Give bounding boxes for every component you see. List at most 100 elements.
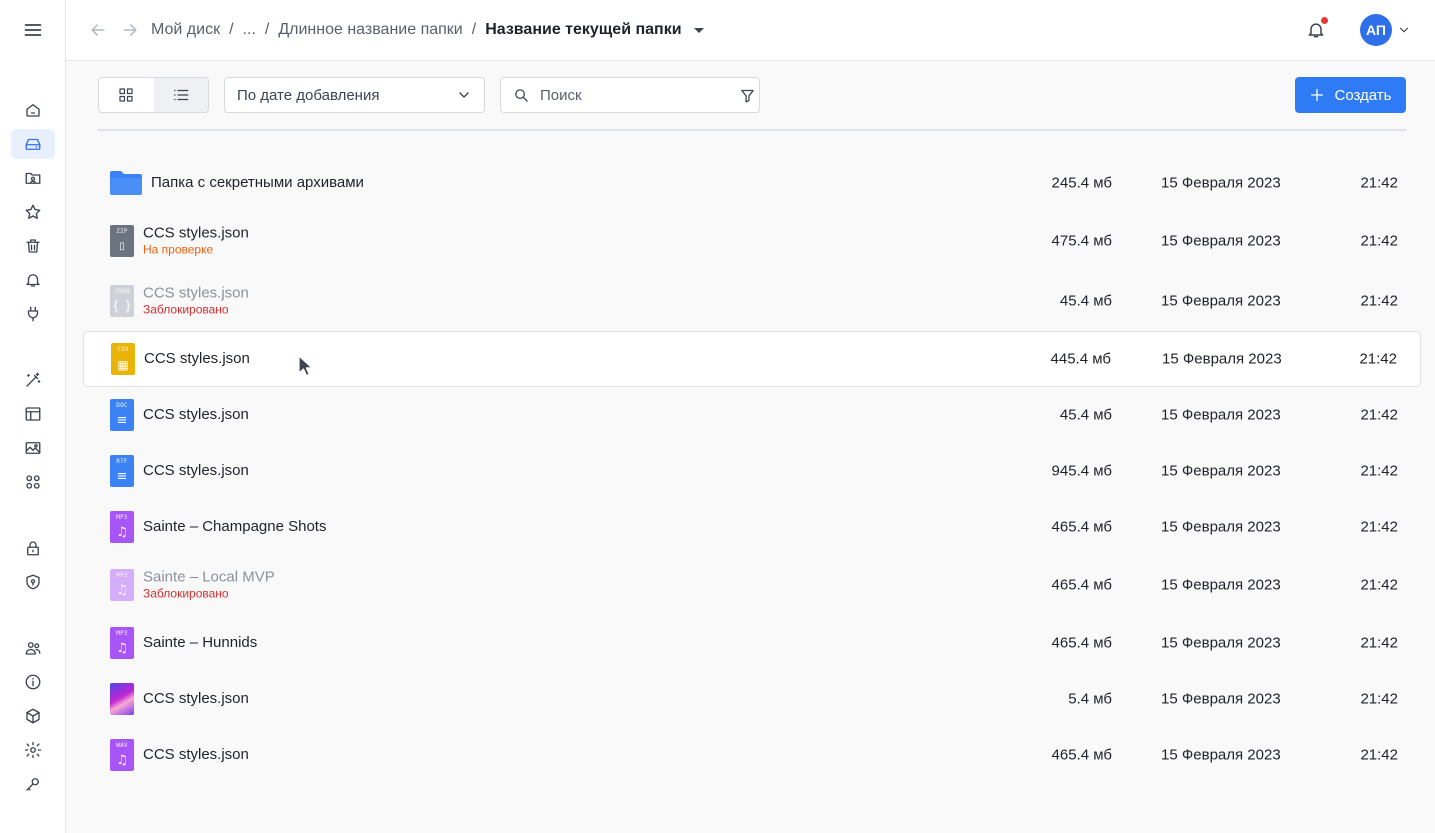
sidebar-item-gallery[interactable] xyxy=(11,433,55,463)
list-item[interactable]: CCS styles.json 5.4 мб 15 Февраля 2023 2… xyxy=(83,671,1421,727)
sidebar-item-layout[interactable] xyxy=(11,399,55,429)
back-arrow-icon[interactable] xyxy=(87,19,109,41)
search-box xyxy=(500,77,760,113)
key-icon xyxy=(26,778,39,791)
sidebar-item-security[interactable] xyxy=(11,567,55,597)
file-name-wrap: CCS styles.json xyxy=(143,746,249,764)
avatar[interactable]: АП xyxy=(1360,14,1392,46)
status-badge: На проверке xyxy=(143,242,214,257)
file-date: 15 Февраля 2023 xyxy=(1161,634,1281,652)
sidebar-item-home[interactable] xyxy=(11,95,55,125)
list-item[interactable]: MP3 ♫ Sainte – Champagne Shots 465.4 мб … xyxy=(83,499,1421,555)
layout-icon xyxy=(25,407,41,421)
sidebar-item-favorites[interactable] xyxy=(11,197,55,227)
breadcrumb-ellipsis[interactable]: ... xyxy=(243,21,256,39)
cube-icon xyxy=(26,708,40,724)
grid-view-button[interactable] xyxy=(99,78,154,112)
file-name: CCS styles.json xyxy=(143,746,249,763)
home-icon xyxy=(26,104,40,117)
breadcrumb-separator: / xyxy=(471,21,477,38)
file-name: CCS styles.json xyxy=(143,284,249,302)
sidebar-item-keys[interactable] xyxy=(11,769,55,799)
file-name: Sainte – Local MVP xyxy=(143,568,275,586)
search-icon xyxy=(513,87,530,104)
sidebar-item-shared[interactable] xyxy=(11,163,55,193)
folder-menu-caret-icon[interactable] xyxy=(693,27,704,33)
file-name-wrap: CCS styles.json xyxy=(143,406,249,424)
file-size: 445.4 мб xyxy=(1050,350,1111,368)
list-view-button[interactable] xyxy=(153,78,208,112)
sidebar-item-trash[interactable] xyxy=(11,231,55,261)
settings-icon xyxy=(24,741,42,759)
sort-select-label: По дате добавления xyxy=(237,86,380,104)
status-badge: Заблокировано xyxy=(143,302,229,317)
sidebar-item-packages[interactable] xyxy=(11,701,55,731)
sidebar-item-drive[interactable] xyxy=(11,129,55,159)
list-item[interactable]: Папка с секретными архивами 245.4 мб 15 … xyxy=(83,155,1421,211)
breadcrumb-current: Название текущей папки xyxy=(485,21,682,38)
mp3-file-icon: MP3 ♫ xyxy=(110,627,134,659)
file-name: CCS styles.json xyxy=(144,350,250,367)
forward-arrow-icon[interactable] xyxy=(119,19,141,41)
file-time: 21:42 xyxy=(1360,690,1398,708)
sidebar-item-integrations[interactable] xyxy=(11,299,55,329)
sidebar xyxy=(0,0,66,833)
list-item[interactable]: JSON { } CCS styles.json Заблокировано 4… xyxy=(83,273,1421,329)
sort-select[interactable]: По дате добавления xyxy=(224,77,485,113)
sidebar-item-notifications[interactable] xyxy=(11,265,55,295)
list-item[interactable]: MP3 ♫ Sainte – Hunnids 465.4 мб 15 Февра… xyxy=(83,615,1421,671)
sidebar-item-info[interactable] xyxy=(11,667,55,697)
sidebar-item-magic[interactable] xyxy=(11,365,55,395)
file-name: CCS styles.json xyxy=(143,406,249,423)
menu-icon[interactable] xyxy=(21,18,45,42)
file-date: 15 Февраля 2023 xyxy=(1161,690,1281,708)
file-name: CCS styles.json xyxy=(143,224,249,242)
info-icon xyxy=(25,674,41,690)
file-size: 465.4 мб xyxy=(1051,576,1112,594)
file-time: 21:42 xyxy=(1360,462,1398,480)
file-time: 21:42 xyxy=(1360,406,1398,424)
drive-icon xyxy=(25,138,41,150)
search-input[interactable] xyxy=(530,86,739,104)
breadcrumb: Мой диск / ... / Длинное название папки … xyxy=(151,19,704,41)
file-time: 21:42 xyxy=(1360,174,1398,192)
mp3-file-icon: MP3 ♫ xyxy=(110,569,134,601)
file-time: 21:42 xyxy=(1360,634,1398,652)
shared-folder-icon xyxy=(25,172,41,184)
plug-icon xyxy=(27,306,39,322)
breadcrumb-separator: / xyxy=(229,21,234,38)
list-item[interactable]: CSV ▦ CCS styles.json 445.4 мб 15 Феврал… xyxy=(83,331,1421,387)
sidebar-item-lock[interactable] xyxy=(11,533,55,563)
breadcrumb-root[interactable]: Мой диск xyxy=(151,21,220,39)
file-size: 465.4 мб xyxy=(1051,634,1112,652)
list-item[interactable]: ZIP ▯ CCS styles.json На проверке 475.4 … xyxy=(83,213,1421,269)
image-file-icon xyxy=(110,683,134,715)
users-icon xyxy=(25,642,41,655)
sidebar-item-settings[interactable] xyxy=(11,735,55,765)
file-name: CCS styles.json xyxy=(143,462,249,479)
magic-wand-icon xyxy=(26,372,41,387)
sidebar-item-apps[interactable] xyxy=(11,467,55,497)
file-name-wrap: Папка с секретными архивами xyxy=(151,174,364,192)
plus-icon xyxy=(1311,89,1324,101)
sidebar-item-users[interactable] xyxy=(11,633,55,663)
file-name-wrap: Sainte – Hunnids xyxy=(143,634,257,652)
zip-file-icon: ZIP ▯ xyxy=(110,225,134,257)
file-name: Sainte – Hunnids xyxy=(143,634,258,651)
list-item[interactable]: DOC ≡ CCS styles.json 45.4 мб 15 Февраля… xyxy=(83,387,1421,443)
lock-icon xyxy=(27,541,39,556)
list-item[interactable]: MP3 ♫ Sainte – Local MVP Заблокировано 4… xyxy=(83,557,1421,613)
list-item[interactable]: WAV ♫ CCS styles.json 465.4 мб 15 Феврал… xyxy=(83,727,1421,783)
breadcrumb-parent[interactable]: Длинное название папки xyxy=(278,21,462,39)
file-date: 15 Февраля 2023 xyxy=(1161,174,1281,192)
file-name-wrap: Sainte – Champagne Shots xyxy=(143,518,326,536)
notifications-button[interactable] xyxy=(1304,17,1328,43)
filter-icon[interactable] xyxy=(739,87,756,104)
create-button[interactable]: Создать xyxy=(1295,77,1406,113)
file-name-wrap: CCS styles.json Заблокировано xyxy=(143,285,249,318)
list-item[interactable]: RTF ≡ CCS styles.json 945.4 мб 15 Феврал… xyxy=(83,443,1421,499)
bell-icon xyxy=(26,274,40,287)
wav-file-icon: WAV ♫ xyxy=(110,739,134,771)
file-time: 21:42 xyxy=(1360,746,1398,764)
chevron-down-icon[interactable] xyxy=(1396,22,1412,38)
